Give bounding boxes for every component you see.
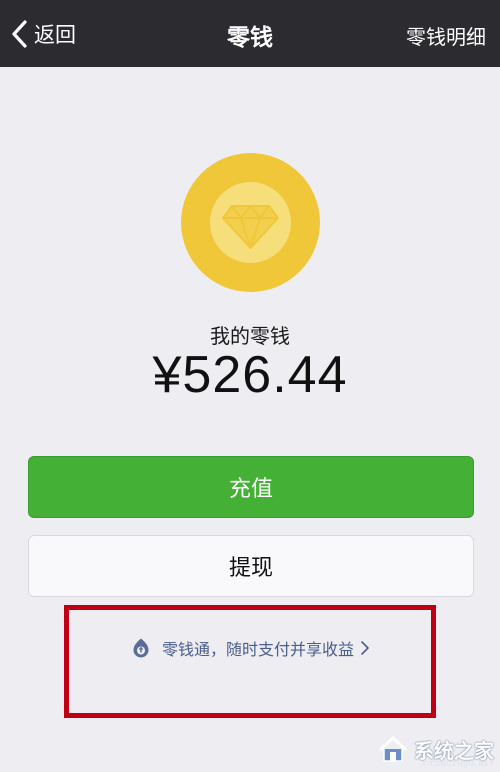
lingqiantong-link[interactable]: 零钱通，随时支付并享收益 xyxy=(0,636,500,660)
coin-icon xyxy=(181,153,320,292)
watermark-site: XITONGZHIJIA.NET xyxy=(421,760,494,768)
diamond-icon xyxy=(222,205,279,249)
chevron-right-icon xyxy=(361,641,369,655)
navbar: 返回 零钱 零钱明细 xyxy=(0,0,500,67)
withdraw-button[interactable]: 提现 xyxy=(28,535,474,597)
lingqiantong-icon xyxy=(133,638,149,658)
wallet-balance: ¥526.44 xyxy=(152,346,348,404)
recharge-button[interactable]: 充值 xyxy=(28,456,474,518)
highlight-annotation-box xyxy=(64,605,436,718)
coin-inner xyxy=(210,182,291,263)
lingqiantong-text: 零钱通，随时支付并享收益 xyxy=(161,640,354,659)
watermark-logo: 系统之家 XITONGZHIJIA.NET xyxy=(376,734,494,768)
balance-details-link[interactable]: 零钱明细 xyxy=(406,21,486,50)
watermark-house-icon xyxy=(378,736,408,762)
